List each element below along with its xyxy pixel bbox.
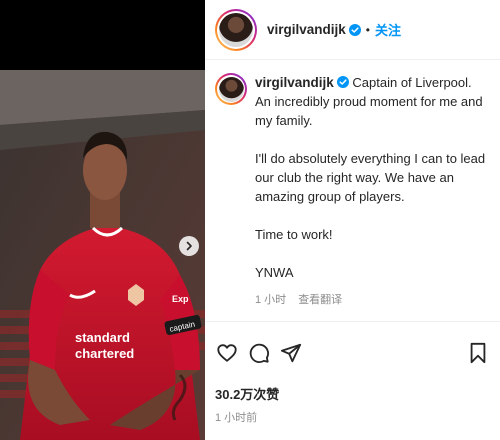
- caption-username[interactable]: virgilvandijk: [255, 75, 334, 90]
- bookmark-icon: [470, 342, 486, 364]
- save-button[interactable]: [466, 341, 490, 365]
- caption-line: YNWA: [255, 265, 294, 280]
- post-panel: virgilvandijk • 关注 virgilvandijk Captain…: [205, 0, 500, 440]
- caption-line: Time to work!: [255, 227, 333, 242]
- comment-icon: [249, 343, 269, 363]
- verified-badge-icon: [348, 23, 361, 36]
- caption-time: 1 小时: [255, 294, 287, 306]
- author-avatar-ring[interactable]: [215, 8, 257, 51]
- avatar: [219, 12, 253, 47]
- avatar: [218, 76, 244, 102]
- share-button[interactable]: [279, 341, 303, 365]
- post-actions: 30.2万次赞 1 小时前: [205, 321, 500, 440]
- author-username[interactable]: virgilvandijk: [267, 22, 346, 37]
- caption-text: virgilvandijk Captain of Liverpool. An i…: [255, 73, 490, 282]
- verified-badge-icon: [336, 76, 349, 88]
- see-translation-button[interactable]: 查看翻译: [298, 291, 342, 307]
- chevron-right-icon: [186, 241, 192, 251]
- like-button[interactable]: [215, 341, 239, 365]
- caption-area: virgilvandijk Captain of Liverpool. An i…: [205, 61, 500, 321]
- caption-avatar-ring[interactable]: [215, 73, 247, 105]
- svg-text:chartered: chartered: [75, 346, 134, 361]
- post-header: virgilvandijk • 关注: [205, 0, 500, 60]
- caption-line: I'll do absolutely everything I can to l…: [255, 151, 486, 204]
- follow-button[interactable]: 关注: [375, 20, 401, 39]
- post-photo: standard chartered Exp captain: [0, 70, 205, 440]
- sponsor-logo: standard: [75, 330, 130, 345]
- post-timestamp: 1 小时前: [215, 412, 258, 424]
- like-count[interactable]: 30.2万次赞: [215, 384, 490, 403]
- comment-button[interactable]: [247, 341, 271, 365]
- next-photo-button[interactable]: [179, 236, 199, 256]
- heart-icon: [217, 344, 237, 362]
- sleeve-badge: Exp: [172, 294, 189, 304]
- share-icon: [280, 343, 302, 363]
- separator-dot: •: [365, 22, 370, 37]
- post-media: standard chartered Exp captain: [0, 0, 205, 440]
